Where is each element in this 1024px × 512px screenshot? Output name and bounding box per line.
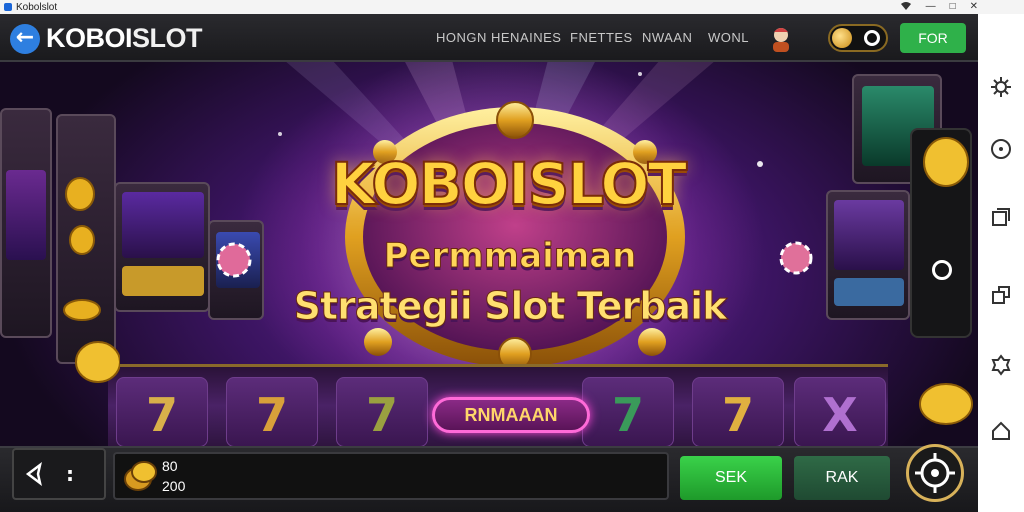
hero-subtitle-line1: Permmaiman [383, 236, 637, 277]
wallet-panel [113, 452, 669, 500]
play-button[interactable]: RNMAAAN [432, 397, 590, 433]
coin-icon [832, 28, 852, 48]
reel-cell: 7 [116, 377, 208, 447]
gear-icon[interactable] [986, 350, 1016, 380]
reel-symbol: 7 [255, 388, 288, 442]
avatar-icon[interactable] [766, 24, 796, 54]
wifi-icon [900, 1, 912, 14]
secondary-action-button[interactable]: RAK [794, 456, 890, 500]
resize-icon[interactable] [986, 280, 1016, 310]
minimize-button[interactable]: — [926, 0, 936, 14]
system-sidebar [978, 14, 1024, 512]
reel-cell: 7 [226, 377, 318, 447]
reel-cell: X [794, 377, 886, 447]
hero-title: KOBOISLOT [330, 149, 688, 219]
wallet-value-bottom: 200 [162, 478, 186, 494]
floating-coins-left [63, 177, 120, 383]
wallet-coin-icon [124, 461, 157, 491]
reel-symbol: 7 [145, 388, 178, 442]
maximize-button[interactable]: □ [950, 0, 956, 14]
spin-target-icon [915, 453, 955, 493]
coin-toggle[interactable] [828, 24, 888, 52]
brand-part1: KOBOI [46, 23, 133, 53]
floating-coin-top-right [923, 137, 969, 187]
slot-machine-left-edge [0, 108, 52, 338]
floating-chip [216, 242, 252, 278]
menu-item-2[interactable]: FNETTES [570, 30, 633, 45]
menu-item-4[interactable]: WONL [708, 30, 749, 45]
panel-toggle-icon[interactable] [932, 260, 952, 280]
brand-part2: SLOT [132, 23, 203, 53]
primary-action-button[interactable]: SEK [680, 456, 782, 500]
top-navbar: ← KOBOISLOT HONGN HENAINES FNETTES NWAAN… [0, 14, 978, 62]
brand-logo[interactable]: KOBOISLOT [46, 23, 203, 54]
menu-item-1[interactable]: HONGN HENAINES [436, 30, 561, 45]
slot-machine-left [114, 182, 210, 312]
reel-cell: 7 [582, 377, 674, 447]
reel-cell: 7 [336, 377, 428, 447]
reel-symbol: 7 [721, 388, 754, 442]
back-chevron-icon[interactable] [24, 461, 48, 492]
floating-coin-right [919, 383, 973, 425]
window-title-bar: Kobolslot — □ ✕ [0, 0, 1024, 14]
nav-dots[interactable]: : [66, 462, 74, 486]
floating-chip-right [779, 241, 813, 275]
spin-button[interactable] [906, 444, 964, 502]
wallet-value-top: 80 [162, 458, 178, 474]
nav-control[interactable]: : [12, 448, 106, 500]
hero-subtitle-line2: Strategii Slot Terbaik [293, 284, 728, 329]
reel-symbol: 7 [365, 388, 398, 442]
close-button[interactable]: ✕ [970, 0, 978, 14]
compass-icon[interactable] [986, 134, 1016, 164]
slot-machine-right [826, 190, 910, 320]
windows-icon[interactable] [986, 202, 1016, 232]
header-cta-button[interactable]: FOR [900, 23, 966, 53]
settings-icon[interactable] [986, 72, 1016, 102]
window-title: Kobolslot [16, 1, 58, 13]
reel-symbol: X [822, 388, 858, 442]
back-arrow-icon[interactable]: ← [10, 24, 40, 54]
home-icon[interactable] [986, 416, 1016, 446]
reel-cell: 7 [692, 377, 784, 447]
toggle-knob [864, 30, 880, 46]
app-icon [4, 3, 12, 11]
game-stage: KOBOISLOT Permmaiman Strategii Slot Terb… [0, 14, 978, 512]
reel-symbol: 7 [611, 388, 644, 442]
menu-item-3[interactable]: NWAAN [642, 30, 692, 45]
